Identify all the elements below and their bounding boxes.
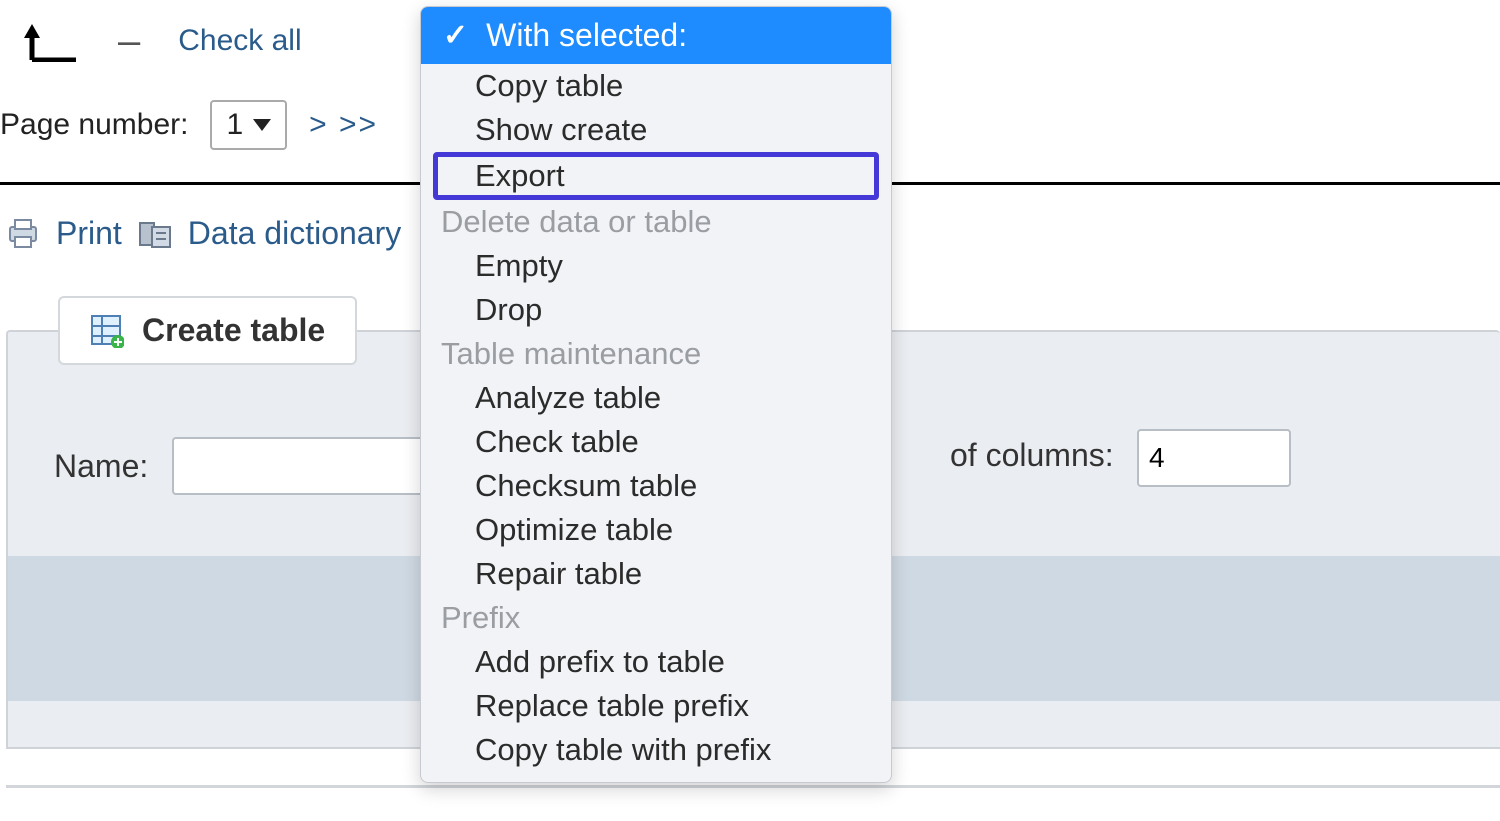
with-selected-dropdown[interactable]: ✓ With selected: Copy table Show create … — [420, 6, 892, 783]
bottom-divider — [6, 785, 1500, 788]
data-dictionary-icon — [138, 217, 172, 251]
dropdown-item-check[interactable]: Check table — [421, 420, 891, 464]
dropdown-header-label: With selected: — [486, 17, 687, 54]
create-table-icon — [90, 314, 124, 348]
data-dictionary-link[interactable]: Data dictionary — [188, 215, 401, 252]
page-number-label: Page number: — [0, 108, 188, 142]
dropdown-item-export[interactable]: Export — [435, 154, 877, 198]
dropdown-item-drop[interactable]: Drop — [421, 288, 891, 332]
dropdown-group-prefix: Prefix — [421, 596, 891, 640]
check-all-link[interactable]: Check all — [178, 24, 301, 58]
create-table-label: Create table — [142, 312, 325, 349]
dropdown-item-optimize[interactable]: Optimize table — [421, 508, 891, 552]
dropdown-item-replace-prefix[interactable]: Replace table prefix — [421, 684, 891, 728]
print-link[interactable]: Print — [56, 215, 122, 252]
dropdown-item-copy-prefix[interactable]: Copy table with prefix — [421, 728, 891, 772]
dropdown-header[interactable]: ✓ With selected: — [421, 7, 891, 64]
dropdown-item-show-create[interactable]: Show create — [421, 108, 891, 152]
checkmark-icon: ✓ — [443, 18, 468, 53]
uncheck-icon[interactable]: – — [118, 21, 140, 61]
columns-label: of columns: — [950, 437, 1114, 474]
dropdown-item-empty[interactable]: Empty — [421, 244, 891, 288]
dropdown-item-analyze[interactable]: Analyze table — [421, 376, 891, 420]
page-number-value: 1 — [226, 108, 243, 142]
name-label: Name: — [54, 448, 148, 485]
columns-count-input[interactable] — [1137, 429, 1291, 487]
dropdown-item-checksum[interactable]: Checksum table — [421, 464, 891, 508]
dropdown-item-copy-table[interactable]: Copy table — [421, 64, 891, 108]
dropdown-group-maintenance: Table maintenance — [421, 332, 891, 376]
page-number-select[interactable]: 1 — [210, 100, 287, 150]
dropdown-group-delete: Delete data or table — [421, 200, 891, 244]
next-page-link[interactable]: > >> — [309, 108, 378, 142]
print-icon — [6, 217, 40, 251]
dropdown-item-add-prefix[interactable]: Add prefix to table — [421, 640, 891, 684]
table-name-input[interactable] — [172, 437, 436, 495]
create-table-tab[interactable]: Create table — [58, 296, 357, 365]
caret-down-icon — [253, 119, 271, 131]
corner-up-arrow-icon — [20, 20, 80, 62]
dropdown-item-repair[interactable]: Repair table — [421, 552, 891, 596]
